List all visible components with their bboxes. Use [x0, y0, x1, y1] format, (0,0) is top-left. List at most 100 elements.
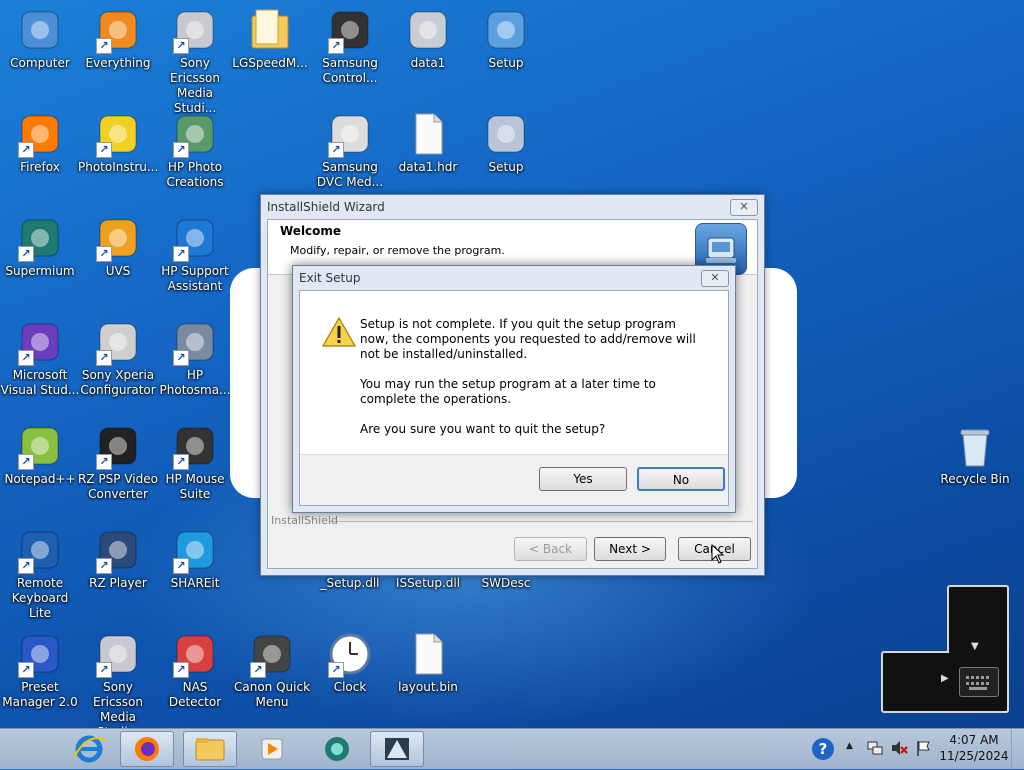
nas-icon: ↗: [171, 630, 219, 678]
archive-icon: [404, 6, 452, 54]
desktop-icon[interactable]: ↗ Microsoft Visual Stud...: [0, 318, 80, 398]
desktop-icon[interactable]: Setup: [466, 110, 546, 175]
supermium-icon: [325, 737, 349, 761]
chevron-down-icon[interactable]: ▼: [971, 641, 979, 652]
volume-muted-icon[interactable]: [890, 739, 908, 757]
desktop-icon[interactable]: ↗ Sony Xperia Configurator: [78, 318, 158, 398]
desktop-icon[interactable]: ↗ Supermium: [0, 214, 80, 279]
desktop-icon[interactable]: ↗ HP Mouse Suite: [155, 422, 235, 502]
desktop-icon-label: NAS Detector: [168, 680, 222, 709]
exit-setup-dialog: Exit Setup ✕ Setup is not complete. If y…: [292, 265, 736, 513]
shortcut-arrow-icon: ↗: [18, 246, 34, 262]
shortcut-arrow-icon: ↗: [18, 142, 34, 158]
action-center-flag-icon[interactable]: [914, 739, 932, 757]
clock-area[interactable]: 4:07 AM 11/25/2024: [938, 732, 1010, 764]
shortcut-arrow-icon: ↗: [328, 38, 344, 54]
desktop-icon[interactable]: layout.bin: [388, 630, 468, 695]
desktop-icon[interactable]: ↗Sony Ericsson Media Studi...: [155, 6, 235, 116]
desktop-icon[interactable]: ↗ Preset Manager 2.0: [0, 630, 80, 710]
desktop-icon-label: HP Support Assistant: [161, 264, 229, 293]
desktop-icon[interactable]: ↗ Canon Quick Menu: [232, 630, 312, 710]
taskbar-firefox-button[interactable]: [120, 731, 174, 767]
exit-setup-title: Exit Setup: [299, 271, 361, 285]
yes-button[interactable]: Yes: [539, 467, 627, 491]
shortcut-arrow-icon: ↗: [328, 142, 344, 158]
desktop-icon-label: Canon Quick Menu: [233, 680, 311, 709]
mouse-cursor-icon: [711, 543, 725, 567]
next-button[interactable]: Next >: [594, 537, 666, 561]
computer-icon: [16, 6, 64, 54]
notification-flyout: ▼ ▶: [881, 585, 1009, 713]
desktop-icon-label: Notepad++: [4, 472, 76, 486]
desktop-icon[interactable]: ↗ SHAREit: [155, 526, 235, 591]
installshield-header-subtitle: Modify, repair, or remove the program.: [290, 244, 505, 257]
exit-setup-titlebar: Exit Setup ✕: [293, 266, 735, 290]
desktop-icon-label: HP Photo Creations: [166, 160, 224, 189]
desktop-icon[interactable]: ↗ Samsung DVC Med...: [310, 110, 390, 190]
keyboard-tray-icon[interactable]: [959, 667, 999, 697]
desktop-icon[interactable]: ↗ Samsung Control...: [310, 6, 390, 86]
preset-manager-icon: ↗: [16, 630, 64, 678]
clock-icon: ↗: [326, 630, 374, 678]
hp-support-icon: ↗: [171, 214, 219, 262]
desktop-icon[interactable]: Recycle Bin: [935, 422, 1015, 487]
desktop-icon[interactable]: ↗ RZ Player: [78, 526, 158, 591]
desktop-icon[interactable]: ↗ Firefox: [0, 110, 80, 175]
taskbar-installshield-button[interactable]: [370, 731, 424, 767]
desktop-icon-label: HP Mouse Suite: [165, 472, 225, 501]
desktop-icon-label: Sony Xperia Configurator: [80, 368, 156, 397]
show-hidden-icons-icon[interactable]: ▲: [846, 741, 853, 751]
start-button[interactable]: [4, 729, 60, 769]
no-button[interactable]: No: [637, 467, 725, 491]
desktop-icon[interactable]: ↗ Clock: [310, 630, 390, 695]
desktop-icon-label: Firefox: [20, 160, 60, 174]
desktop-icon[interactable]: ↗Sony Ericsson Media Studi...: [78, 630, 158, 740]
taskbar-media-button[interactable]: [245, 731, 299, 767]
exit-message-3: Are you sure you want to quit the setup?: [360, 422, 606, 436]
notepadpp-icon: ↗: [16, 422, 64, 470]
desktop-icon[interactable]: ↗ HP Support Assistant: [155, 214, 235, 294]
desktop-icon-label: Supermium: [5, 264, 75, 278]
help-tray-icon[interactable]: ?: [812, 738, 834, 760]
network-tray-icon[interactable]: [866, 739, 884, 757]
show-desktop-button[interactable]: [1011, 729, 1024, 769]
desktop-icon[interactable]: ↗ HP Photosma...: [155, 318, 235, 398]
desktop-icon[interactable]: Setup: [466, 6, 546, 71]
desktop-icon-label: Clock: [333, 680, 367, 694]
taskbar-supermium-button[interactable]: [310, 731, 364, 767]
desktop-icon-label: HP Photosma...: [159, 368, 231, 397]
visual-studio-icon: ↗: [16, 318, 64, 366]
shortcut-arrow-icon: ↗: [96, 662, 112, 678]
desktop-icon[interactable]: data1: [388, 6, 468, 71]
installshield-close-button[interactable]: ✕: [730, 199, 758, 216]
desktop-icon-label: Remote Keyboard Lite: [11, 576, 69, 620]
desktop-icon[interactable]: ↗ Remote Keyboard Lite: [0, 526, 80, 621]
desktop-icon[interactable]: ↗ HP Photo Creations: [155, 110, 235, 190]
exit-setup-footer: Yes No: [300, 454, 728, 505]
taskbar-explorer-button[interactable]: [183, 731, 237, 767]
desktop-icon[interactable]: Computer: [0, 6, 80, 71]
desktop-icon-label: layout.bin: [398, 680, 458, 694]
desktop-icon[interactable]: ↗ Notepad++: [0, 422, 80, 487]
back-button[interactable]: < Back: [514, 537, 587, 561]
exit-setup-close-button[interactable]: ✕: [701, 270, 729, 287]
chevron-right-icon[interactable]: ▶: [941, 673, 949, 684]
desktop-icon-label: LGSpeedM...: [232, 56, 308, 70]
desktop-icon[interactable]: ↗ Everything: [78, 6, 158, 71]
shortcut-arrow-icon: ↗: [18, 350, 34, 366]
desktop-icon-label: SHAREit: [170, 576, 220, 590]
desktop-icon[interactable]: ↗ NAS Detector: [155, 630, 235, 710]
taskbar-ie-button[interactable]: [62, 731, 116, 767]
desktop-icon[interactable]: ↗ PhotoInstru...: [78, 110, 158, 175]
everything-icon: ↗: [94, 6, 142, 54]
folder-icon: [246, 6, 294, 54]
supermium-icon: ↗: [16, 214, 64, 262]
desktop-icon[interactable]: ↗ UVS: [78, 214, 158, 279]
shortcut-arrow-icon: ↗: [96, 454, 112, 470]
shortcut-arrow-icon: ↗: [173, 558, 189, 574]
desktop-icon[interactable]: data1.hdr: [388, 110, 468, 175]
player-icon: ↗: [94, 526, 142, 574]
clock-date: 11/25/2024: [939, 749, 1009, 763]
desktop-icon[interactable]: LGSpeedM...: [230, 6, 310, 71]
desktop-icon[interactable]: ↗ RZ PSP Video Converter: [78, 422, 158, 502]
